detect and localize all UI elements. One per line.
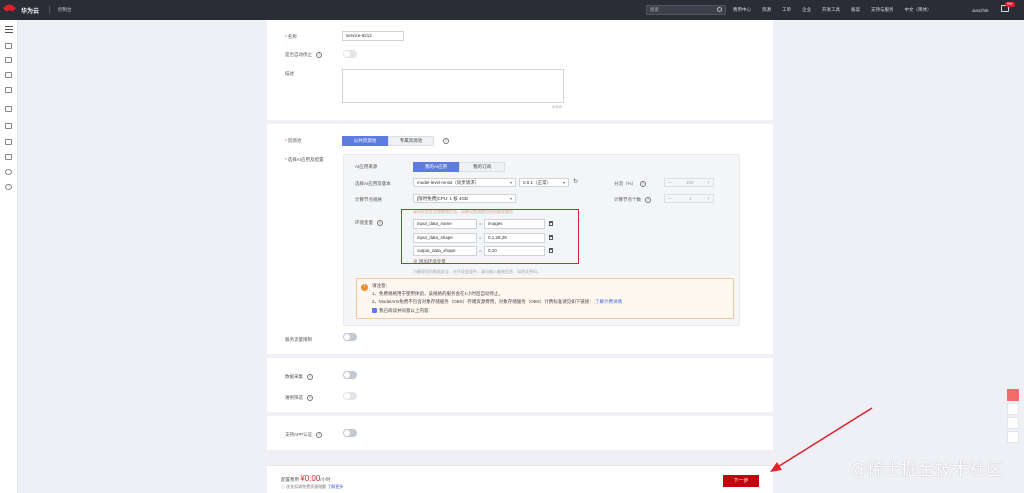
nav-link-billing[interactable]: 费用中心 bbox=[733, 7, 751, 13]
chat-icon[interactable] bbox=[1007, 389, 1019, 401]
help-icon: ? bbox=[316, 432, 323, 438]
search-input[interactable]: 搜索 bbox=[646, 5, 726, 15]
ai-source-label: AI应用来源 bbox=[355, 164, 378, 169]
nav-link-support[interactable]: 支持与服务 bbox=[871, 7, 894, 13]
description-counter: 0/100 bbox=[552, 104, 563, 109]
name-label: *名称 bbox=[285, 34, 297, 39]
footer-bar: 配置费用 ¥0.00/小时 ⓘ 优先扣减免费资源限额 了解更多 下一步 bbox=[267, 465, 773, 493]
help-icon: ? bbox=[645, 197, 651, 203]
search-icon[interactable] bbox=[717, 7, 722, 12]
hard-example-label: 难例筛选? bbox=[285, 395, 313, 401]
nav-link-devtools[interactable]: 开发工具 bbox=[822, 7, 840, 13]
help-icon: ? bbox=[640, 181, 647, 187]
learn-more-link[interactable]: 了解更多 bbox=[327, 484, 343, 489]
data-collect-toggle[interactable] bbox=[343, 371, 357, 379]
fee-summary: 配置费用 ¥0.00/小时 bbox=[281, 474, 331, 483]
upload-icon[interactable] bbox=[5, 154, 12, 160]
tab-my-ai-app[interactable]: 我的AI应用 bbox=[413, 162, 459, 172]
warning-icon: ! bbox=[361, 284, 368, 291]
env-label: 环境变量? bbox=[355, 220, 383, 226]
help-icon: ? bbox=[307, 374, 313, 380]
next-button[interactable]: 下一步 bbox=[723, 475, 759, 487]
fee-subtext: ⓘ 优先扣减免费资源限额 了解更多 bbox=[281, 484, 344, 489]
alert-icon[interactable] bbox=[5, 57, 12, 63]
weight-label: 分流（%）? bbox=[614, 181, 647, 187]
nav-link-enterprise[interactable]: 企业 bbox=[802, 7, 811, 13]
tab-public-pool[interactable]: 公共资源池 bbox=[342, 136, 388, 146]
service-icon[interactable] bbox=[1007, 417, 1019, 429]
feedback-icon[interactable] bbox=[1007, 403, 1019, 415]
select-model-label: *选择AI应用及配置 bbox=[285, 157, 324, 162]
menu-icon[interactable] bbox=[5, 26, 13, 35]
model-select[interactable]: model-level-mnist（同步请求） bbox=[413, 178, 516, 187]
price-value: ¥0.00 bbox=[300, 474, 321, 483]
data-collection-panel bbox=[267, 358, 773, 412]
weight-stepper[interactable]: —100 + bbox=[664, 178, 714, 187]
language-selector[interactable]: 中文（简体） bbox=[905, 7, 932, 13]
billing-detail-link[interactable]: 了解计费详情 bbox=[595, 299, 622, 304]
resource-pool-label: *资源池 bbox=[285, 138, 302, 143]
settings-icon[interactable] bbox=[5, 169, 12, 175]
watermark: @稀土掘金技术社区 bbox=[850, 460, 1003, 480]
flavor-select[interactable]: [限时免费]CPU: 1 核 4GB bbox=[413, 194, 516, 203]
name-input[interactable]: service-8212 bbox=[342, 31, 404, 41]
notice-line-2: 2、ModelArts免费不包含对象存储服务（OBS）存储资源费用，对象存储服务… bbox=[372, 299, 623, 304]
notice-title: 请注意： bbox=[372, 283, 390, 288]
help-icon: ? bbox=[316, 52, 322, 58]
env-tip: 为确保您的数据安全，在环境变量中，请勿输入敏感信息，如明文密码。 bbox=[413, 269, 541, 274]
chevron-down-icon bbox=[563, 182, 565, 184]
nav-link-tickets[interactable]: 工单 bbox=[782, 7, 791, 13]
search-placeholder: 搜索 bbox=[650, 7, 659, 12]
chevron-down-icon bbox=[510, 182, 512, 184]
help-icon[interactable]: ? bbox=[443, 138, 449, 144]
tab-dedicated-pool[interactable]: 专属资源池 bbox=[388, 136, 434, 146]
top-nav-links: 费用中心 资源 工单 企业 开发工具 备案 支持与服务 中文（简体） bbox=[733, 0, 943, 20]
description-label: 描述 bbox=[285, 71, 294, 76]
message-badge: 99+ bbox=[1005, 2, 1015, 7]
notice-box: ! 请注意： 1、免费规格用于使用体验，该规格的服务会在1小时后自动停止。 2、… bbox=[356, 278, 734, 319]
hard-example-toggle[interactable] bbox=[343, 392, 357, 400]
auto-stop-label: 是否自动停止? bbox=[285, 52, 322, 58]
help-icon: ? bbox=[377, 220, 383, 226]
node-count-stepper[interactable]: —1 + bbox=[664, 194, 714, 203]
brand-name[interactable]: 华为云 bbox=[21, 6, 39, 15]
description-textarea[interactable] bbox=[342, 69, 564, 103]
agree-checkbox[interactable]: 我已阅读并同意以上内容 bbox=[372, 308, 429, 314]
traffic-limit-toggle[interactable] bbox=[343, 333, 357, 341]
divider bbox=[49, 6, 51, 14]
notice-line-1: 1、免费规格用于使用体验，该规格的服务会在1小时后自动停止。 bbox=[372, 291, 504, 296]
traffic-limit-label: 服务流量限制 bbox=[285, 337, 312, 342]
model-version-label: 选择AI应用及版本 bbox=[355, 181, 391, 186]
document-icon[interactable] bbox=[5, 106, 12, 112]
data-collect-label: 数据采集? bbox=[285, 374, 313, 380]
file-icon[interactable] bbox=[5, 123, 12, 129]
users-icon[interactable] bbox=[5, 72, 12, 78]
huawei-logo[interactable] bbox=[2, 4, 17, 16]
help-circle-icon[interactable] bbox=[5, 184, 12, 190]
dashboard-icon[interactable] bbox=[5, 43, 12, 49]
version-select[interactable]: 0.0.1（正常） bbox=[519, 178, 569, 187]
user-menu[interactable]: xiaozhi6 bbox=[972, 0, 989, 20]
nav-link-icp[interactable]: 备案 bbox=[851, 7, 860, 13]
help-icon: ? bbox=[307, 395, 313, 401]
nav-link-resources[interactable]: 资源 bbox=[762, 7, 771, 13]
app-auth-label: 支持APP认证? bbox=[285, 432, 323, 438]
refresh-icon[interactable]: ↻ bbox=[573, 178, 578, 185]
checkbox-checked-icon bbox=[372, 308, 377, 314]
node-count-label: 计算节点个数? bbox=[614, 197, 651, 203]
cloud-icon[interactable] bbox=[5, 87, 12, 93]
auto-stop-toggle[interactable] bbox=[343, 50, 357, 58]
left-sidebar bbox=[0, 20, 18, 493]
document-icon[interactable] bbox=[1007, 431, 1019, 443]
console-link[interactable]: 控制台 bbox=[58, 7, 72, 13]
chevron-down-icon bbox=[510, 198, 512, 200]
highlight-box bbox=[401, 209, 579, 264]
flavor-label: 计算节点规格 bbox=[355, 197, 382, 202]
app-auth-toggle[interactable] bbox=[343, 429, 357, 437]
tab-my-subscription[interactable]: 我的订阅 bbox=[459, 162, 505, 172]
storage-icon[interactable] bbox=[5, 139, 12, 145]
